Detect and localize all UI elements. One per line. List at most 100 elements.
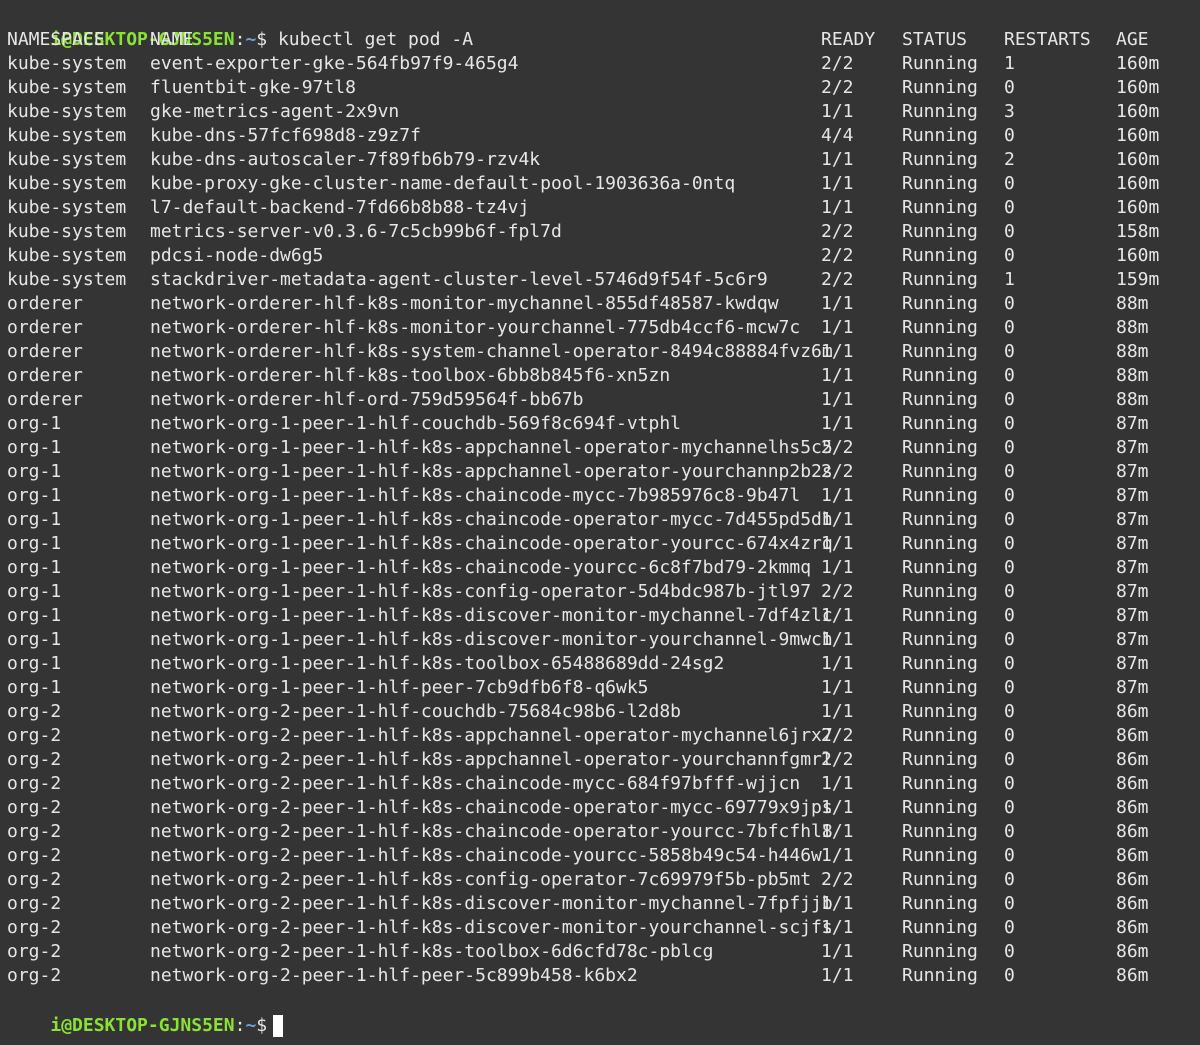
table-row: orderer network-orderer-hlf-k8s-monitor-m… [0,292,1200,316]
input-prompt-line[interactable]: i@DESKTOP-GJNS5EN:~$ [7,990,284,1037]
status-cell: Running [902,221,978,242]
restarts-cell: 0 [1004,773,1015,794]
table-row: org-1 network-org-1-peer-1-hlf-peer-7cb9d… [0,676,1200,700]
ready-cell: 2/2 [821,725,854,746]
ready-cell: 1/1 [821,293,854,314]
status-cell: Running [902,629,978,650]
namespace-cell: org-1 [7,653,62,674]
restarts-cell: 3 [1004,101,1015,122]
pod-name-cell: network-orderer-hlf-k8s-monitor-mychanne… [150,293,779,314]
pod-name-cell: kube-dns-57fcf698d8-z9z7f [150,125,421,146]
ready-cell: 1/1 [821,653,854,674]
age-cell: 86m [1116,701,1149,722]
restarts-cell: 0 [1004,221,1015,242]
table-row: org-2 network-org-2-peer-1-hlf-k8s-chainc… [0,820,1200,844]
status-cell: Running [902,53,978,74]
namespace-cell: org-1 [7,581,62,602]
status-cell: Running [902,821,978,842]
pod-name-cell: network-orderer-hlf-k8s-toolbox-6bb8b845… [150,365,671,386]
namespace-cell: kube-system [7,101,127,122]
table-row: kube-system gke-metrics-agent-2x9vn 1/1 Run… [0,100,1200,124]
age-cell: 159m [1116,269,1160,290]
namespace-cell: kube-system [7,125,127,146]
restarts-cell: 0 [1004,941,1015,962]
ready-cell: 1/1 [821,821,854,842]
table-row: orderer network-orderer-hlf-k8s-system-ch… [0,340,1200,364]
table-row: kube-system pdcsi-node-dw6g5 2/2 Running 0 16… [0,244,1200,268]
restarts-cell: 0 [1004,77,1015,98]
status-cell: Running [902,725,978,746]
status-cell: Running [902,965,978,986]
header-status: STATUS [902,29,968,50]
pod-name-cell: network-org-2-peer-1-hlf-k8s-chaincode-y… [150,845,822,866]
ready-cell: 1/1 [821,389,854,410]
age-cell: 87m [1116,653,1149,674]
namespace-cell: org-2 [7,869,62,890]
pod-name-cell: network-org-2-peer-1-hlf-k8s-chaincode-o… [150,797,833,818]
status-cell: Running [902,173,978,194]
ready-cell: 1/1 [821,845,854,866]
status-cell: Running [902,269,978,290]
ready-cell: 2/2 [821,869,854,890]
namespace-cell: org-2 [7,821,62,842]
pod-name-cell: network-org-1-peer-1-hlf-peer-7cb9dfb6f8… [150,677,649,698]
status-cell: Running [902,437,978,458]
ready-cell: 1/1 [821,605,854,626]
pod-name-cell: network-org-1-peer-1-hlf-couchdb-569f8c6… [150,413,682,434]
status-cell: Running [902,317,978,338]
restarts-cell: 0 [1004,677,1015,698]
ready-cell: 1/1 [821,365,854,386]
age-cell: 87m [1116,581,1149,602]
restarts-cell: 0 [1004,533,1015,554]
age-cell: 88m [1116,293,1149,314]
restarts-cell: 0 [1004,701,1015,722]
restarts-cell: 0 [1004,725,1015,746]
restarts-cell: 1 [1004,269,1015,290]
table-row: org-1 network-org-1-peer-1-hlf-k8s-appcha… [0,436,1200,460]
table-row: org-1 network-org-1-peer-1-hlf-k8s-chainc… [0,556,1200,580]
status-cell: Running [902,917,978,938]
table-row: org-1 network-org-1-peer-1-hlf-k8s-chainc… [0,508,1200,532]
command-prompt-line: i@DESKTOP-GJNS5EN:~$ kubectl get pod -A [7,4,473,50]
table-row: org-2 network-org-2-peer-1-hlf-peer-5c899… [0,964,1200,988]
age-cell: 160m [1116,77,1160,98]
restarts-cell: 0 [1004,605,1015,626]
text-cursor[interactable] [273,1015,284,1037]
restarts-cell: 0 [1004,845,1015,866]
pod-name-cell: network-orderer-hlf-k8s-monitor-yourchan… [150,317,801,338]
status-cell: Running [902,509,978,530]
header-namespace: NAMESPACE [7,29,105,50]
pod-name-cell: l7-default-backend-7fd66b8b88-tz4vj [150,197,530,218]
table-row: org-2 network-org-2-peer-1-hlf-k8s-chainc… [0,772,1200,796]
age-cell: 87m [1116,629,1149,650]
namespace-cell: org-2 [7,917,62,938]
ready-cell: 2/2 [821,77,854,98]
namespace-cell: org-1 [7,413,62,434]
status-cell: Running [902,101,978,122]
ready-cell: 1/1 [821,341,854,362]
table-row: org-2 network-org-2-peer-1-hlf-k8s-config… [0,868,1200,892]
table-row: org-1 network-org-1-peer-1-hlf-k8s-config… [0,580,1200,604]
pod-name-cell: metrics-server-v0.3.6-7c5cb99b6f-fpl7d [150,221,562,242]
table-row: kube-system kube-dns-autoscaler-7f89fb6b7… [0,148,1200,172]
age-cell: 87m [1116,677,1149,698]
terminal-window[interactable]: i@DESKTOP-GJNS5EN:~$ kubectl get pod -A … [0,0,1200,1045]
table-row: orderer network-orderer-hlf-k8s-monitor-y… [0,316,1200,340]
namespace-cell: org-1 [7,557,62,578]
pod-name-cell: event-exporter-gke-564fb97f9-465g4 [150,53,519,74]
age-cell: 86m [1116,869,1149,890]
ready-cell: 1/1 [821,893,854,914]
table-row: org-1 network-org-1-peer-1-hlf-k8s-toolbo… [0,652,1200,676]
table-row: kube-system event-exporter-gke-564fb97f9-… [0,52,1200,76]
prompt-separator: : [234,1015,246,1036]
age-cell: 86m [1116,893,1149,914]
ready-cell: 2/2 [821,221,854,242]
pod-name-cell: network-org-1-peer-1-hlf-k8s-chaincode-m… [150,485,801,506]
namespace-cell: kube-system [7,53,127,74]
status-cell: Running [902,125,978,146]
table-row: kube-system kube-proxy-gke-cluster-name-d… [0,172,1200,196]
age-cell: 87m [1116,605,1149,626]
ready-cell: 1/1 [821,629,854,650]
age-cell: 87m [1116,485,1149,506]
namespace-cell: kube-system [7,77,127,98]
